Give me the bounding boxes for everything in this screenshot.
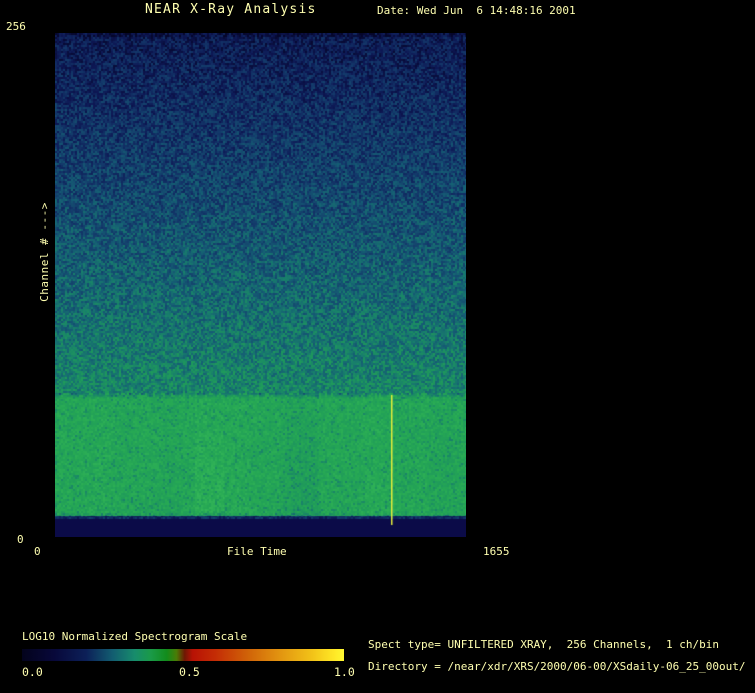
x-axis-max-label: 1655 bbox=[483, 545, 510, 558]
y-axis-max-label: 256 bbox=[6, 20, 26, 33]
directory-text: Directory = /near/xdr/XRS/2000/06-00/XSd… bbox=[368, 660, 746, 673]
colorbar-gradient bbox=[22, 649, 344, 661]
near-xray-analysis-window: NEAR X-Ray Analysis Date: Wed Jun 6 14:4… bbox=[0, 0, 755, 693]
y-axis-title: Channel # ---> bbox=[38, 202, 51, 302]
y-axis-min-label: 0 bbox=[17, 533, 24, 546]
colorbar-title: LOG10 Normalized Spectrogram Scale bbox=[22, 630, 248, 643]
colorbar-tick-mid: 0.5 bbox=[179, 665, 200, 679]
colorbar-tick-min: 0.0 bbox=[22, 665, 43, 679]
x-axis-title: File Time bbox=[227, 545, 287, 558]
spectrogram-heatmap[interactable] bbox=[55, 33, 466, 537]
x-axis-min-label: 0 bbox=[34, 545, 41, 558]
spect-type-text: Spect type= UNFILTERED XRAY, 256 Channel… bbox=[368, 638, 719, 651]
page-title: NEAR X-Ray Analysis bbox=[145, 2, 317, 17]
header-date: Date: Wed Jun 6 14:48:16 2001 bbox=[377, 4, 576, 17]
colorbar-tick-max: 1.0 bbox=[334, 665, 355, 679]
